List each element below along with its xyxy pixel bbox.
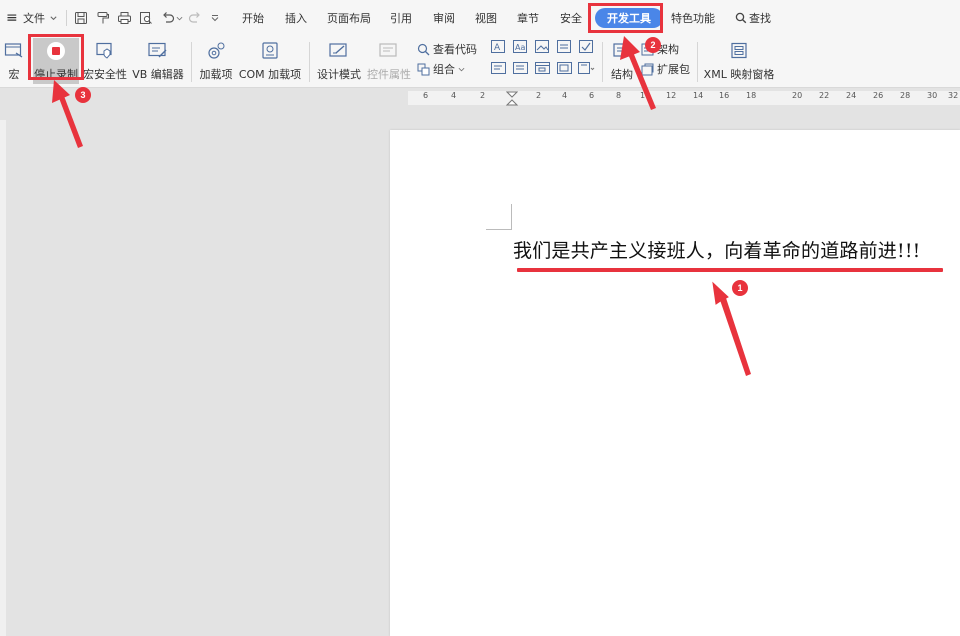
annotation-badge-3: 3 — [75, 87, 91, 103]
arrow-1-shaft — [720, 298, 751, 376]
arrow-3-shaft — [59, 96, 83, 148]
annotation-badge-1: 1 — [732, 280, 748, 296]
annotation-badge-2: 2 — [645, 37, 661, 53]
arrow-2-shaft — [628, 52, 656, 110]
annotation-arrows — [52, 36, 751, 376]
